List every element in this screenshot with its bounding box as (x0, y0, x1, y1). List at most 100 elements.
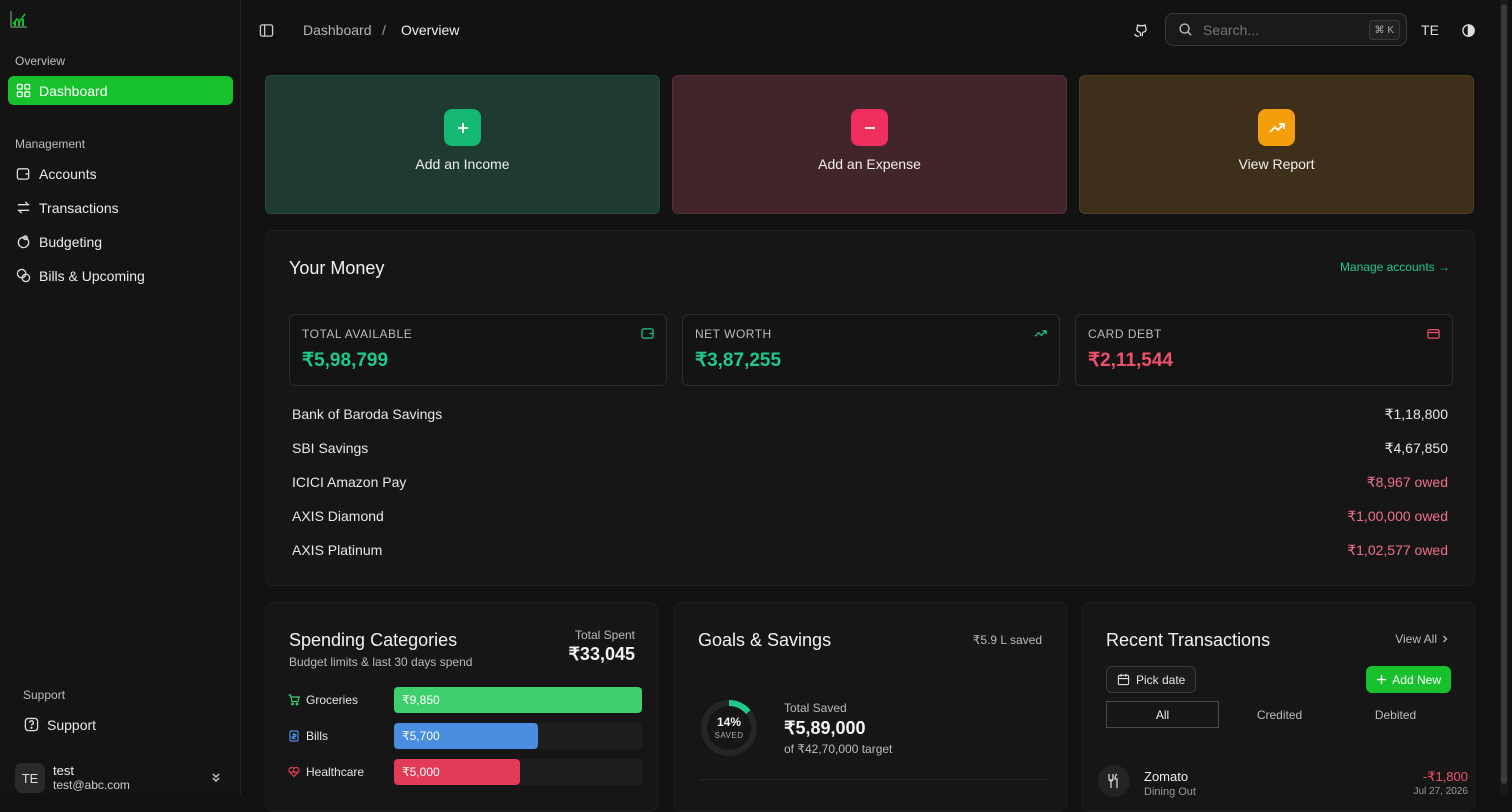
heart-pulse-icon (288, 766, 300, 778)
total-available-stat: TOTAL AVAILABLE ₹5,98,799 (289, 314, 667, 386)
cart-icon (288, 694, 300, 706)
category-bar-track: ₹5,700 (394, 723, 642, 749)
sidebar: Overview Dashboard Management Accounts T… (0, 0, 241, 794)
account-name: AXIS Diamond (292, 508, 384, 524)
avatar: TE (15, 763, 45, 793)
savings-percent-label: SAVED (714, 731, 744, 740)
goals-title: Goals & Savings (698, 630, 832, 650)
sidebar-item-label: Bills & Upcoming (39, 267, 145, 284)
sidebar-item-transactions[interactable]: Transactions (8, 193, 233, 222)
stat-value: ₹2,11,544 (1088, 350, 1173, 371)
goals-card: Goals & Savings ₹5.9 L saved 14% SAVED T… (674, 602, 1067, 812)
overview-section-label: Overview (15, 54, 66, 68)
recent-title: Recent Transactions (1106, 630, 1271, 650)
sidebar-item-label: Accounts (39, 165, 97, 182)
top-bar: Dashboard / Overview ⌘ K TE (241, 0, 1512, 60)
transaction-row[interactable]: Zomato Dining Out -₹1,800 Jul 27, 2026 (1098, 765, 1468, 809)
total-saved-label: Total Saved (784, 701, 847, 715)
wallet-icon (641, 328, 654, 339)
category-row[interactable]: Groceries ₹9,850 (288, 687, 643, 713)
grid-icon (16, 83, 31, 98)
transaction-date: Jul 27, 2026 (1413, 786, 1469, 797)
sidebar-toggle-button[interactable] (252, 16, 280, 44)
account-row[interactable]: SBI Savings ₹4,67,850 (292, 440, 1448, 462)
account-row[interactable]: AXIS Diamond ₹1,00,000 owed (292, 508, 1448, 530)
chevron-right-icon (1443, 635, 1448, 643)
sidebar-item-accounts[interactable]: Accounts (8, 159, 233, 188)
theme-icon (1461, 23, 1475, 37)
stat-label: TOTAL AVAILABLE (302, 327, 413, 341)
wallet-icon (16, 168, 30, 180)
sidebar-item-label: Support (47, 716, 97, 733)
sidebar-item-budgeting[interactable]: Budgeting (8, 227, 233, 256)
savings-target: of ₹42,70,000 target (784, 742, 893, 756)
sidebar-item-dashboard[interactable]: Dashboard (8, 76, 233, 105)
app-logo-icon[interactable] (10, 10, 28, 28)
saved-summary: ₹5.9 L saved (972, 633, 1042, 647)
breadcrumb-separator: / (382, 22, 386, 38)
spending-title: Spending Categories (289, 630, 458, 650)
utensils-icon (1098, 765, 1130, 797)
user-initials-button[interactable]: TE (1416, 16, 1444, 44)
user-menu[interactable]: TE test test@abc.com (15, 762, 230, 794)
account-name: SBI Savings (292, 440, 369, 456)
account-row[interactable]: Bank of Baroda Savings ₹1,18,800 (292, 406, 1448, 428)
add-new-button[interactable]: Add New (1366, 666, 1451, 693)
breadcrumb-dashboard[interactable]: Dashboard (303, 22, 372, 38)
scrollbar-thumb[interactable] (1501, 4, 1507, 784)
view-all-link[interactable]: View All (1395, 632, 1450, 646)
net-worth-stat: NET WORTH ₹3,87,255 (682, 314, 1060, 386)
your-money-card: Your Money Manage accounts → TOTAL AVAIL… (265, 230, 1475, 586)
account-amount: ₹8,967 owed (1366, 474, 1448, 490)
sidebar-item-bills[interactable]: Bills & Upcoming (8, 261, 233, 290)
add-new-label: Add New (1392, 672, 1441, 687)
spending-card: Spending Categories Budget limits & last… (265, 602, 658, 812)
support-section-label: Support (23, 688, 66, 702)
transaction-category: Dining Out (1144, 786, 1196, 798)
add-income-label: Add an Income (415, 156, 510, 172)
view-report-tile[interactable]: View Report (1079, 75, 1474, 214)
sidebar-item-label: Dashboard (39, 82, 108, 99)
tab-all[interactable]: All (1106, 701, 1219, 728)
account-name: Bank of Baroda Savings (292, 406, 443, 422)
category-row[interactable]: Bills ₹5,700 (288, 723, 643, 749)
trend-up-icon (1258, 109, 1295, 146)
tab-credited[interactable]: Credited (1223, 701, 1336, 728)
breadcrumb-current: Overview (401, 22, 460, 38)
manage-accounts-link[interactable]: Manage accounts → (1340, 260, 1450, 274)
account-row[interactable]: AXIS Platinum ₹1,02,577 owed (292, 542, 1448, 564)
chevrons-icon (212, 773, 220, 782)
scrollbar[interactable] (1500, 0, 1508, 794)
sidebar-item-support[interactable]: Support (16, 710, 231, 739)
category-name: Groceries (306, 693, 359, 707)
search-input[interactable] (1203, 21, 1353, 38)
help-icon (24, 717, 39, 732)
category-bar-fill: ₹5,700 (394, 723, 538, 749)
tab-debited[interactable]: Debited (1339, 701, 1452, 728)
view-all-label: View All (1395, 632, 1437, 646)
total-spent-label: Total Spent (574, 628, 635, 642)
category-row[interactable]: Healthcare ₹5,000 (288, 759, 643, 785)
sidebar-item-label: Budgeting (39, 233, 103, 250)
account-row[interactable]: ICICI Amazon Pay ₹8,967 owed (292, 474, 1448, 496)
plus-icon (444, 109, 481, 146)
category-bar-fill: ₹5,000 (394, 759, 521, 785)
arrows-swap-icon (17, 201, 30, 214)
category-bar-track: ₹9,850 (394, 687, 642, 713)
account-amount: ₹1,02,577 owed (1347, 542, 1448, 558)
add-income-tile[interactable]: Add an Income (265, 75, 660, 214)
account-amount: ₹4,67,850 (1384, 440, 1448, 456)
spending-subtitle: Budget limits & last 30 days spend (289, 655, 473, 669)
category-bar-track: ₹5,000 (394, 759, 642, 785)
search-icon (1179, 23, 1192, 36)
account-amount: ₹1,00,000 owed (1347, 508, 1448, 524)
account-amount: ₹1,18,800 (1384, 406, 1448, 422)
github-button[interactable] (1126, 16, 1154, 44)
add-expense-tile[interactable]: Add an Expense (672, 75, 1067, 214)
account-name: ICICI Amazon Pay (292, 474, 407, 490)
total-saved-value: ₹5,89,000 (784, 718, 866, 738)
pick-date-button[interactable]: Pick date (1106, 666, 1197, 693)
panel-left-icon (259, 23, 273, 37)
theme-toggle-button[interactable] (1454, 16, 1482, 44)
search-box[interactable]: ⌘ K (1165, 13, 1407, 46)
